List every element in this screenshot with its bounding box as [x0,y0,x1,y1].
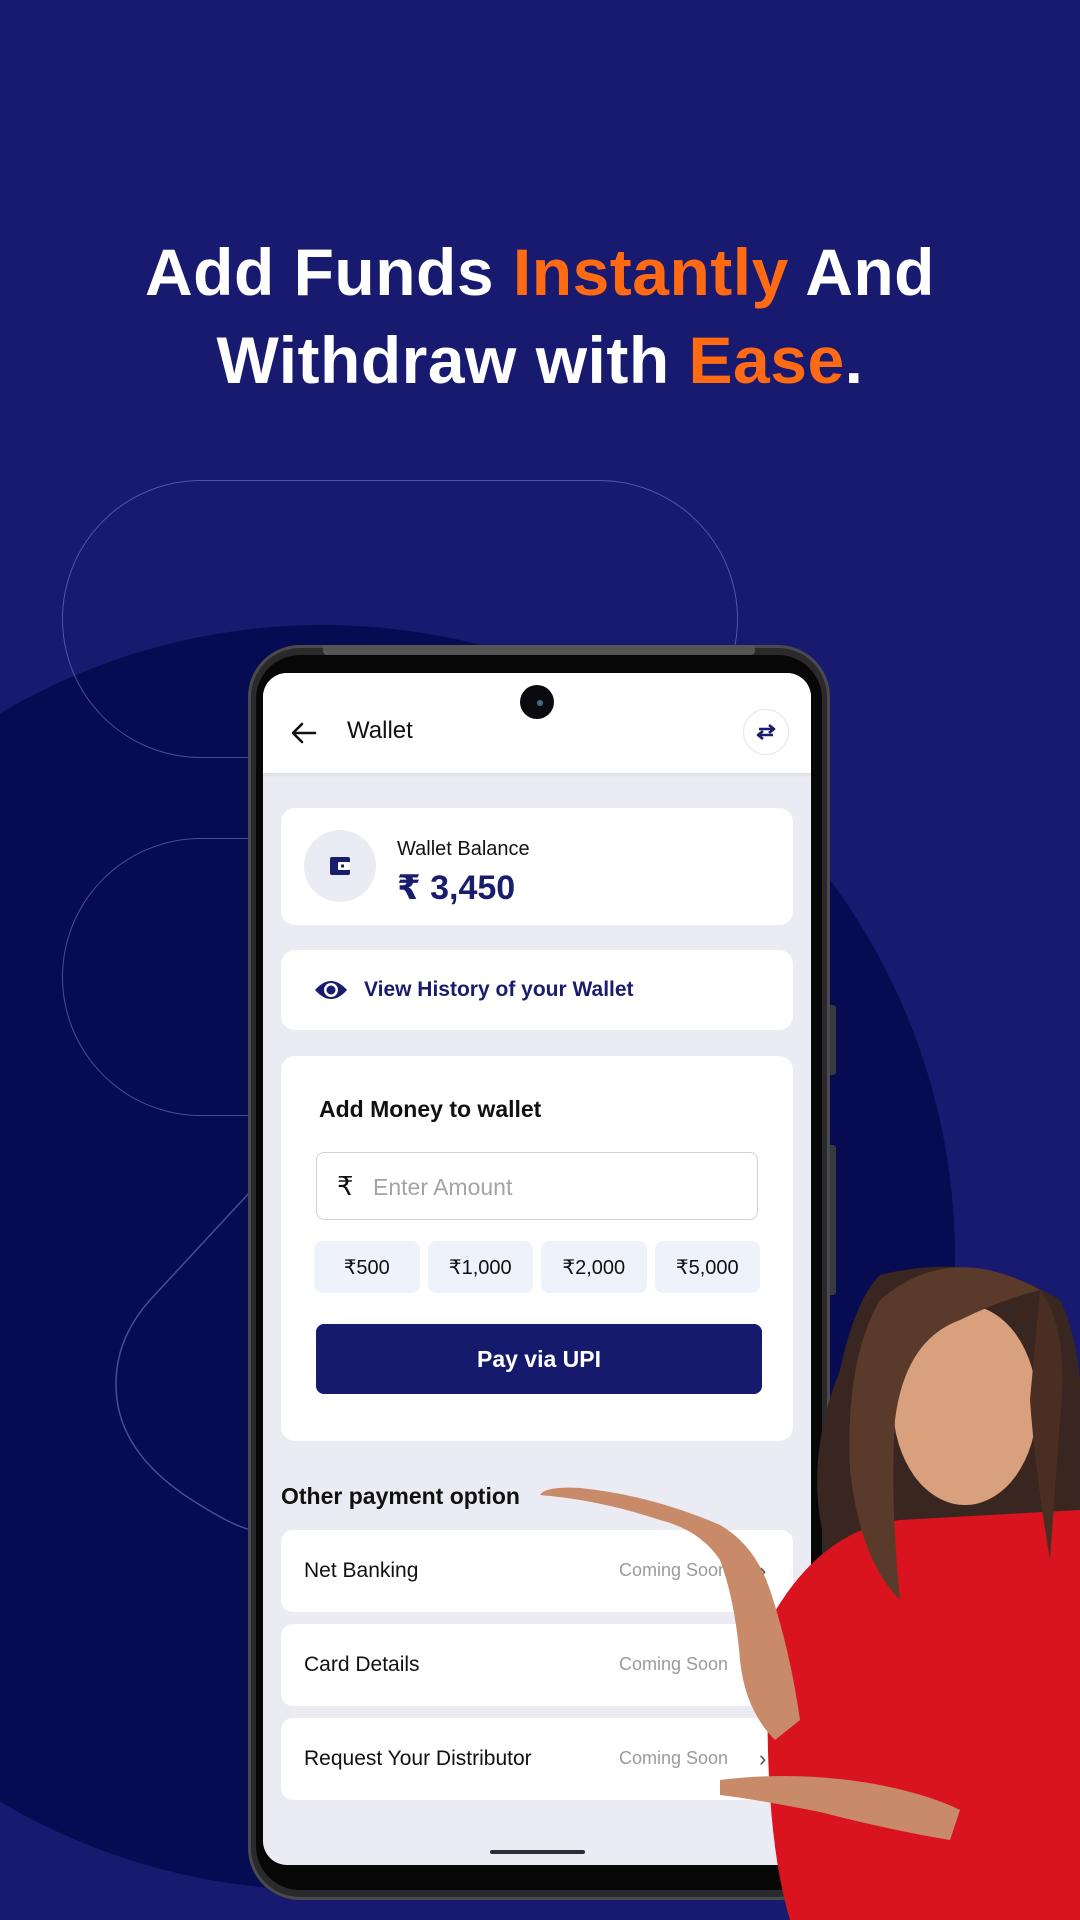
phone-side-button [830,1005,836,1075]
arrow-left-icon[interactable] [289,718,319,748]
payment-option-label: Request Your Distributor [304,1747,532,1770]
add-money-card: Add Money to wallet ₹ ₹500 ₹1,000 ₹2,000… [281,1056,793,1441]
chevron-right-icon: › [759,1746,767,1771]
view-history-link[interactable]: View History of your Wallet [281,950,793,1030]
home-indicator [490,1850,585,1854]
view-history-label: View History of your Wallet [364,978,634,1001]
payment-option-net-banking[interactable]: Net Banking Coming Soon › [281,1530,793,1612]
other-payment-title: Other payment option [281,1483,520,1509]
payment-option-card-details[interactable]: Card Details Coming Soon › [281,1624,793,1706]
chevron-right-icon: › [759,1558,767,1583]
quick-amount-chip[interactable]: ₹1,000 [427,1241,533,1293]
swap-arrows-icon [756,723,776,741]
wallet-balance-card: Wallet Balance ₹ 3,450 [281,808,793,925]
headline-line-2: Withdraw with Ease. [216,323,864,397]
add-money-title: Add Money to wallet [319,1096,542,1122]
phone-top-band [323,645,755,655]
headline: Add Funds Instantly And Withdraw with Ea… [0,228,1080,404]
headline-accent: Ease [688,323,845,397]
page-title: Wallet [347,717,413,744]
swap-button[interactable] [743,709,789,755]
amount-field[interactable]: ₹ [316,1152,758,1220]
payment-option-status: Coming Soon [619,1654,729,1674]
phone-side-button [830,1145,836,1295]
balance-value: ₹ 3,450 [397,869,516,907]
payment-option-status: Coming Soon [619,1748,729,1768]
headline-line-1: Add Funds Instantly And [144,235,935,309]
camera-cutout [520,685,554,719]
quick-amount-chip[interactable]: ₹2,000 [541,1241,647,1293]
rupee-icon: ₹ [337,1171,354,1201]
quick-amount-chip[interactable]: ₹5,000 [654,1241,760,1293]
eye-icon [315,981,347,999]
balance-label: Wallet Balance [397,838,530,860]
payment-option-label: Card Details [304,1653,420,1676]
payment-option-status: Coming Soon [619,1560,729,1580]
payment-option-request-distributor[interactable]: Request Your Distributor Coming Soon › [281,1718,793,1800]
app-header: Wallet [263,673,811,773]
wallet-icon-badge [304,830,376,902]
payment-option-label: Net Banking [304,1559,419,1582]
amount-input[interactable] [371,1167,745,1207]
wallet-icon [330,857,350,875]
quick-amount-chip[interactable]: ₹500 [314,1241,420,1293]
headline-accent: Instantly [512,235,789,309]
chevron-right-icon: › [759,1652,767,1677]
pay-via-upi-button[interactable]: Pay via UPI [316,1324,762,1394]
phone-screen: Wallet Wallet Balance ₹ 3,450 View Histo… [263,673,811,1865]
quick-amounts: ₹500 ₹1,000 ₹2,000 ₹5,000 [314,1241,760,1293]
